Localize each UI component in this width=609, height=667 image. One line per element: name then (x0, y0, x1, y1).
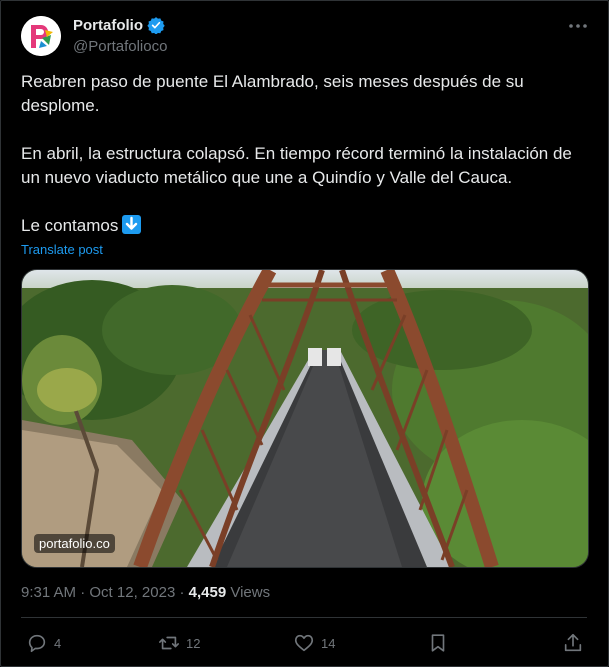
translate-post-link[interactable]: Translate post (21, 242, 103, 257)
author-avatar[interactable] (21, 16, 61, 56)
share-icon (564, 633, 582, 652)
separator-dot: · (80, 584, 86, 601)
bridge-photo (22, 270, 588, 567)
down-arrow-emoji-icon (122, 215, 142, 234)
author-handle[interactable]: @Portafolioco (73, 38, 167, 55)
tweet-paragraph-2: En abril, la estructura colapsó. En tiem… (21, 144, 572, 187)
bookmark-icon (431, 634, 445, 652)
views-label: Views (230, 584, 271, 601)
tweet-date[interactable]: Oct 12, 2023 (89, 584, 175, 601)
tweet-paragraph-1: Reabren paso de puente El Alambrado, sei… (21, 72, 524, 115)
tweet-paragraph-3: Le contamos (21, 214, 581, 238)
views-count: 4,459 (188, 584, 227, 601)
reply-count: 4 (54, 635, 62, 651)
like-count: 14 (321, 635, 336, 651)
tweet-metadata: 9:31 AM · Oct 12, 2023 · 4,459 Views (21, 584, 270, 601)
portafolio-logo-icon (21, 16, 61, 56)
reply-button[interactable]: 4 (26, 630, 61, 656)
tweet-text: Reabren paso de puente El Alambrado, sei… (21, 70, 581, 238)
repost-button[interactable]: 12 (158, 630, 200, 656)
tweet-time[interactable]: 9:31 AM (21, 584, 76, 601)
bookmark-button[interactable] (427, 630, 449, 656)
share-button[interactable] (562, 630, 584, 656)
tweet-media-photo[interactable] (21, 269, 589, 568)
verified-badge-icon (147, 17, 165, 34)
more-options-icon[interactable] (566, 16, 590, 36)
reply-icon (28, 634, 46, 653)
author-display-name[interactable]: Portafolio (73, 17, 143, 34)
author-name-row[interactable]: Portafolio (73, 16, 165, 34)
heart-icon (294, 634, 314, 652)
tweet-paragraph-3-text: Le contamos (21, 216, 119, 235)
divider (21, 617, 587, 618)
like-button[interactable]: 14 (293, 630, 335, 656)
repost-icon (159, 636, 179, 650)
media-watermark: portafolio.co (34, 534, 115, 553)
repost-count: 12 (186, 635, 201, 651)
separator-dot: · (179, 584, 185, 601)
